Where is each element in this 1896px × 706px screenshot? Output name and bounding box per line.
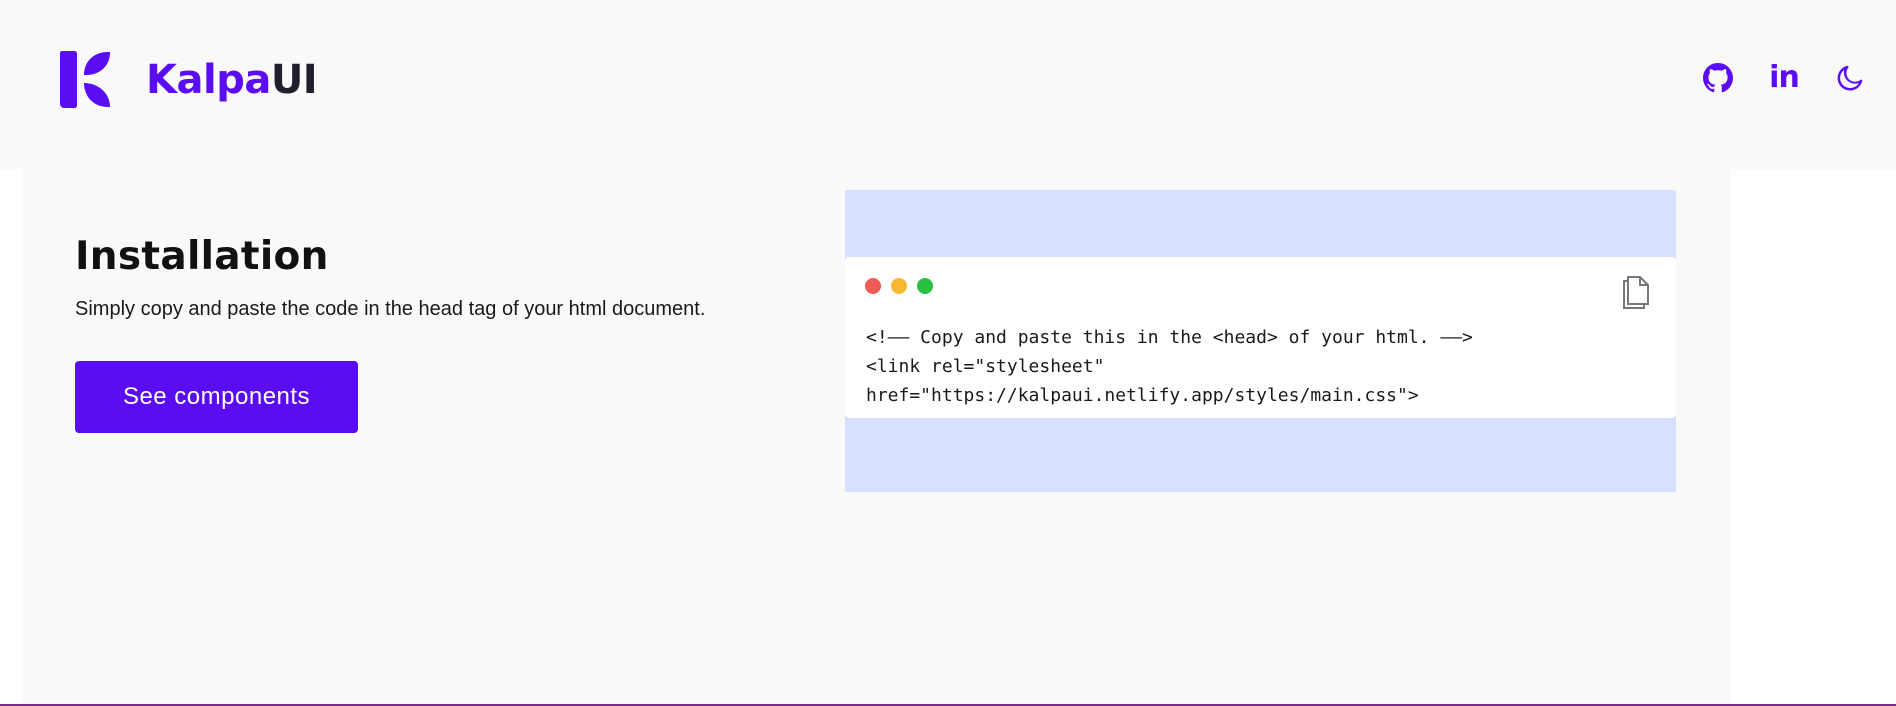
brand-accent-text: Kalpa [146, 57, 271, 103]
page: KalpaUI in Installation Simply copy and … [0, 0, 1896, 706]
site-header: KalpaUI in [0, 0, 1896, 169]
header-icon-nav: in [1702, 62, 1866, 94]
section-title: Installation [75, 234, 329, 279]
code-preview-background: <!—— Copy and paste this in the <head> o… [845, 190, 1676, 492]
linkedin-icon[interactable]: in [1768, 62, 1800, 94]
brand-dark-text: UI [270, 57, 318, 103]
github-icon[interactable] [1702, 62, 1734, 94]
copy-icon[interactable] [1620, 275, 1650, 311]
see-components-button[interactable]: See components [75, 361, 358, 433]
code-line: <!—— Copy and paste this in the <head> o… [866, 327, 1473, 348]
code-window: <!—— Copy and paste this in the <head> o… [845, 257, 1676, 418]
installation-section: Installation Simply copy and paste the c… [22, 169, 1731, 704]
code-line: href="https://kalpaui.netlify.app/styles… [866, 385, 1419, 406]
close-dot-icon [865, 278, 881, 294]
code-line: <link rel="stylesheet" [866, 356, 1105, 377]
code-snippet[interactable]: <!—— Copy and paste this in the <head> o… [866, 323, 1473, 410]
window-controls [865, 278, 933, 294]
minimize-dot-icon [891, 278, 907, 294]
section-subtitle: Simply copy and paste the code in the he… [75, 298, 706, 320]
kalpa-logo-icon[interactable] [60, 51, 110, 108]
moon-icon[interactable] [1834, 62, 1866, 94]
maximize-dot-icon [917, 278, 933, 294]
brand-name[interactable]: KalpaUI [146, 55, 318, 105]
